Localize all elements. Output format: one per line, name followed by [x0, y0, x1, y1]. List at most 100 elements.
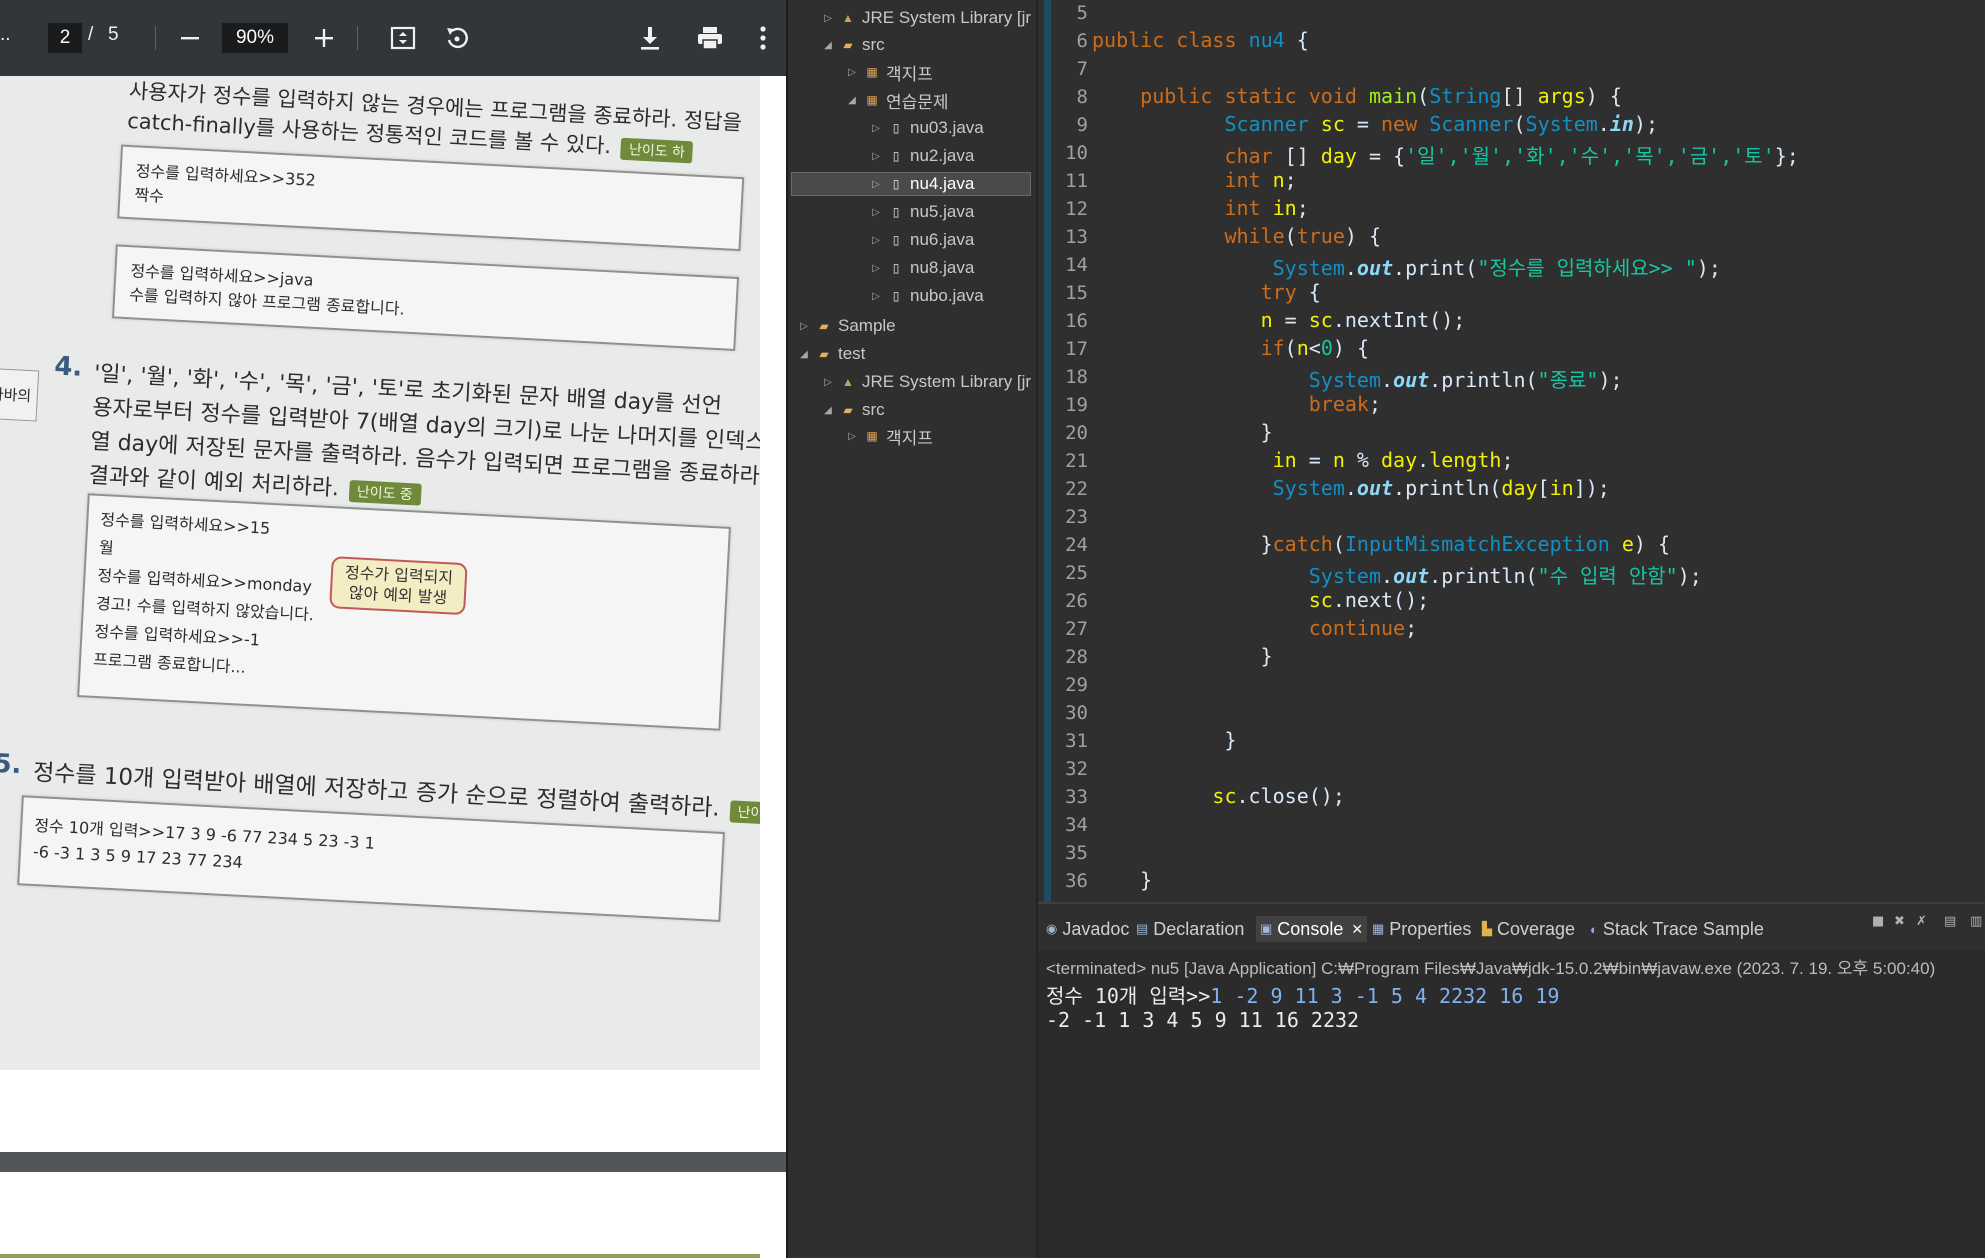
example-line: 월	[98, 537, 115, 558]
pdf-toolbar: .. 2 / 5 90%	[0, 0, 786, 76]
tree-item-label: nu4.java	[910, 174, 975, 193]
difficulty-badge: 난이도 중	[348, 479, 422, 506]
expand-arrow-icon[interactable]: ▷	[798, 321, 810, 332]
pdf-page-image: 사용자가 정수를 입력하지 않는 경우에는 프로그램을 종료하라. 정답을 ca…	[0, 76, 760, 1070]
code-line: n = sc.nextInt();	[1260, 308, 1466, 332]
callout-line: 않아 예외 발생	[348, 583, 448, 608]
collapse-arrow-icon[interactable]: ◢	[798, 349, 810, 360]
terminate-icon[interactable]: ■	[1872, 914, 1888, 930]
toolbar-divider	[155, 26, 156, 50]
code-line: System.out.println(day[in]);	[1272, 476, 1610, 500]
zoom-out-button[interactable]	[168, 16, 212, 60]
tree-item-java-file[interactable]: ▷ ▯ nu6.java	[870, 228, 974, 252]
tab-javadoc[interactable]: ◉ Javadoc	[1046, 916, 1129, 942]
more-actions-button[interactable]	[748, 16, 778, 60]
tab-console[interactable]: ▣ Console ✕	[1256, 916, 1368, 942]
java-file-icon: ▯	[892, 149, 900, 163]
tree-item-src[interactable]: ◢ ▰ src	[822, 398, 885, 422]
tree-item-java-file[interactable]: ▷ ▯ nubo.java	[870, 284, 984, 308]
code-editor[interactable]: 5 6 7 8 9 10 11 12 13 14 15 16 17 18 19 20 21 22 23 24 25 26 2…	[1036, 0, 1985, 902]
pdf-viewer: .. 2 / 5 90% 사용자가 정수를 입력하지 않는 경우에는 프로그램을…	[0, 0, 786, 1258]
expand-arrow-icon[interactable]: ▷	[846, 431, 858, 442]
line-number: 15	[1065, 282, 1088, 304]
line-number: 21	[1065, 450, 1088, 472]
close-icon[interactable]: ✕	[1351, 921, 1363, 938]
tree-item-src[interactable]: ◢ ▰ src	[822, 33, 885, 57]
pdf-scrollbar-track[interactable]	[760, 76, 786, 1070]
page-total: 5	[108, 24, 119, 45]
line-number: 29	[1065, 674, 1088, 696]
line-number: 32	[1065, 758, 1088, 780]
remove-all-terminated-icon[interactable]: ✗	[1916, 914, 1932, 930]
tree-item-label: JRE System Library [jr	[862, 8, 1032, 27]
expand-arrow-icon[interactable]: ▷	[870, 291, 882, 302]
expand-arrow-icon[interactable]: ▷	[870, 151, 882, 162]
tab-declaration[interactable]: ▤ Declaration	[1136, 916, 1244, 942]
tab-coverage[interactable]: ▙ Coverage	[1482, 916, 1575, 942]
expand-arrow-icon[interactable]: ▷	[870, 123, 882, 134]
line-number: 5	[1076, 2, 1088, 24]
expand-arrow-icon[interactable]: ▷	[870, 235, 882, 246]
console-user-input: 1 -2 9 11 3 -1 5 4 2232 16 19	[1210, 984, 1560, 1008]
page-number-input[interactable]: 2	[48, 23, 82, 53]
fit-page-icon	[390, 26, 416, 50]
tab-properties[interactable]: ▦ Properties	[1372, 916, 1471, 942]
tree-item-package[interactable]: ▷ ▦ 객지프	[846, 424, 933, 448]
expand-arrow-icon[interactable]: ▷	[822, 13, 834, 24]
end-string-literal: "종료"	[1537, 368, 1599, 392]
difficulty-badge: 난이	[729, 800, 760, 825]
tree-item-jre-library[interactable]: ▷ ▲ JRE System Library [jr	[822, 6, 1031, 30]
tree-item-java-file-selected[interactable]: ▷ ▯ nu4.java	[791, 172, 1031, 196]
expand-arrow-icon[interactable]: ▷	[870, 207, 882, 218]
tree-item-java-file[interactable]: ▷ ▯ nu8.java	[870, 256, 974, 280]
line-number: 14	[1065, 254, 1088, 276]
code-line: sc.close();	[1212, 784, 1345, 808]
code-line: in = n % day.length;	[1272, 448, 1514, 472]
declaration-icon: ▤	[1136, 921, 1149, 936]
tree-item-java-file[interactable]: ▷ ▯ nu03.java	[870, 116, 984, 140]
expand-arrow-icon[interactable]: ▷	[870, 179, 882, 190]
zoom-in-button[interactable]	[302, 16, 346, 60]
example-line: -6 -3 1 3 5 9 17 23 77 234	[32, 841, 244, 872]
remove-launch-icon[interactable]: ✖	[1894, 914, 1910, 930]
expand-arrow-icon[interactable]: ▷	[822, 377, 834, 388]
collapse-arrow-icon[interactable]: ◢	[822, 405, 834, 416]
print-button[interactable]	[688, 16, 732, 60]
code-line: int in;	[1224, 196, 1309, 220]
expand-arrow-icon[interactable]: ▷	[846, 67, 858, 78]
tree-item-package[interactable]: ▷ ▦ 객지프	[846, 60, 933, 84]
toolbar-divider	[357, 26, 358, 50]
tree-item-label: nu5.java	[910, 202, 975, 221]
page-separator: /	[88, 24, 94, 45]
project-icon: ▰	[819, 347, 829, 361]
tree-item-project[interactable]: ▷ ▰ Sample	[798, 314, 896, 338]
collapse-arrow-icon[interactable]: ◢	[822, 40, 834, 51]
tree-item-package[interactable]: ◢ ▦ 연습문제	[846, 88, 948, 112]
open-console-icon[interactable]: ▤	[1944, 914, 1960, 930]
code-line: System.out.println("수 입력 안함");	[1308, 564, 1702, 588]
tree-item-project[interactable]: ◢ ▰ test	[798, 342, 865, 366]
example-output-box: 정수를 입력하세요>>15 월 정수를 입력하세요>>monday 경고! 수를…	[77, 493, 731, 731]
line-number: 8	[1076, 86, 1088, 108]
zoom-level-input[interactable]: 90%	[222, 23, 288, 53]
tab-stack-trace-sample[interactable]: ◐ Stack Trace Sample	[1590, 916, 1764, 942]
book-page-photo: 사용자가 정수를 입력하지 않는 경우에는 프로그램을 종료하라. 정답을 ca…	[0, 76, 760, 1070]
code-line: }	[1092, 420, 1273, 444]
tree-item-java-file[interactable]: ▷ ▯ nu5.java	[870, 200, 974, 224]
display-selected-console-icon[interactable]: ▥	[1970, 914, 1985, 930]
day-array-literal: '일','월','화','수','목','금','토'	[1405, 144, 1775, 168]
tree-item-label: test	[838, 344, 866, 363]
example-line: 짝수	[134, 185, 165, 206]
tree-item-jre-library[interactable]: ▷ ▲ JRE System Library [jr	[822, 370, 1031, 394]
line-number: 10	[1065, 142, 1088, 164]
side-tag: 자바의	[0, 367, 40, 422]
collapse-arrow-icon[interactable]: ◢	[846, 95, 858, 106]
download-button[interactable]	[628, 16, 672, 60]
stack-trace-icon: ◐	[1590, 921, 1598, 937]
fit-to-page-button[interactable]	[381, 16, 425, 60]
expand-arrow-icon[interactable]: ▷	[870, 263, 882, 274]
project-icon: ▰	[819, 319, 829, 333]
tree-item-java-file[interactable]: ▷ ▯ nu2.java	[870, 144, 974, 168]
rotate-button[interactable]	[435, 16, 479, 60]
package-folder-icon: ▰	[843, 38, 853, 52]
